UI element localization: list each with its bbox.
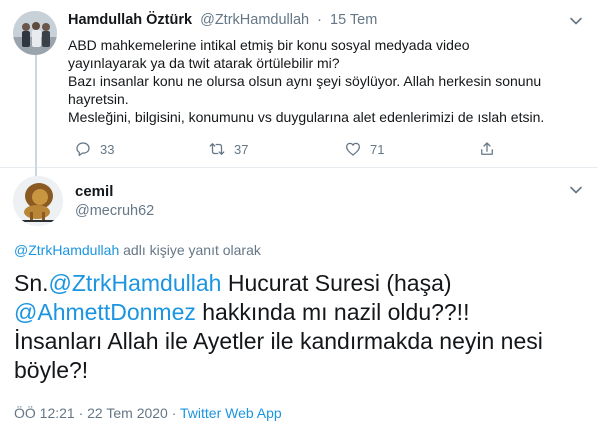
text-segment: böyle?!	[14, 357, 89, 383]
separator: ·	[317, 12, 322, 28]
text-segment: Hucurat Suresi (haşa)	[221, 270, 452, 296]
replying-to-suffix: adlı kişiye yanıt olarak	[119, 242, 261, 258]
lion-avatar-image	[13, 176, 63, 226]
tweet-text-line: Mesleğini, bilgisini, konumunu vs duygul…	[68, 109, 545, 125]
share-icon	[481, 142, 493, 155]
retweet-count: 37	[234, 141, 249, 157]
tweet-text: Sn.@ZtrkHamdullah Hucurat Suresi (haşa) …	[14, 269, 584, 385]
tweet-timestamp[interactable]: ÖÖ 12:21 · 22 Tem 2020 ·	[14, 405, 180, 421]
like-button[interactable]: 71	[344, 138, 384, 160]
heart-icon	[345, 142, 361, 156]
author-name[interactable]: Hamdullah Öztürk	[68, 12, 192, 28]
avatar[interactable]	[13, 11, 57, 55]
reply-button[interactable]: 33	[74, 138, 114, 160]
share-button[interactable]	[478, 138, 496, 160]
text-segment: İnsanları Allah ile Ayetler ile kandırma…	[14, 328, 543, 354]
text-prefix: Sn.	[14, 270, 49, 296]
chevron-down-icon[interactable]	[569, 14, 583, 28]
tweet-text-line: ABD mahkemelerine intikal etmiş bir konu…	[68, 37, 470, 53]
tweet-text-line: hayretsin.	[68, 91, 129, 107]
author-handle[interactable]: @mecruh62	[75, 203, 154, 219]
tweet-source[interactable]: Twitter Web App	[180, 405, 282, 421]
tweet-date[interactable]: 15 Tem	[330, 12, 377, 28]
tweet-actions: 33 37 71	[68, 138, 508, 160]
replying-to-handle[interactable]: @ZtrkHamdullah	[14, 242, 119, 258]
replying-to: @ZtrkHamdullah adlı kişiye yanıt olarak	[14, 242, 261, 258]
mention-link[interactable]: @AhmettDonmez	[14, 299, 196, 325]
thread-connector	[35, 52, 37, 182]
tweet-header: Hamdullah Öztürk @ZtrkHamdullah · 15 Tem	[68, 12, 377, 28]
parent-tweet[interactable]: Hamdullah Öztürk @ZtrkHamdullah · 15 Tem…	[0, 0, 598, 182]
avatar-photo	[13, 11, 57, 55]
author-name[interactable]: cemil	[75, 183, 113, 200]
author-handle[interactable]: @ZtrkHamdullah	[200, 12, 309, 28]
retweet-icon	[209, 143, 225, 155]
reply-count: 33	[100, 141, 115, 157]
tweet-meta: ÖÖ 12:21 · 22 Tem 2020 · Twitter Web App	[14, 405, 282, 421]
avatar[interactable]	[13, 176, 63, 226]
tweet-text-line: Bazı insanlar konu ne olursa olsun aynı …	[68, 73, 542, 89]
chevron-down-icon[interactable]	[569, 183, 583, 197]
retweet-button[interactable]: 37	[208, 138, 248, 160]
like-count: 71	[370, 141, 385, 157]
reply-icon	[76, 142, 90, 157]
text-segment: hakkında mı nazil oldu??!!	[195, 299, 470, 325]
tweet-text: ABD mahkemelerine intikal etmiş bir konu…	[68, 36, 588, 126]
tweet-text-line: yayınlayarak ya da twit atarak örtülebil…	[68, 55, 340, 71]
mention-link[interactable]: @ZtrkHamdullah	[49, 270, 222, 296]
